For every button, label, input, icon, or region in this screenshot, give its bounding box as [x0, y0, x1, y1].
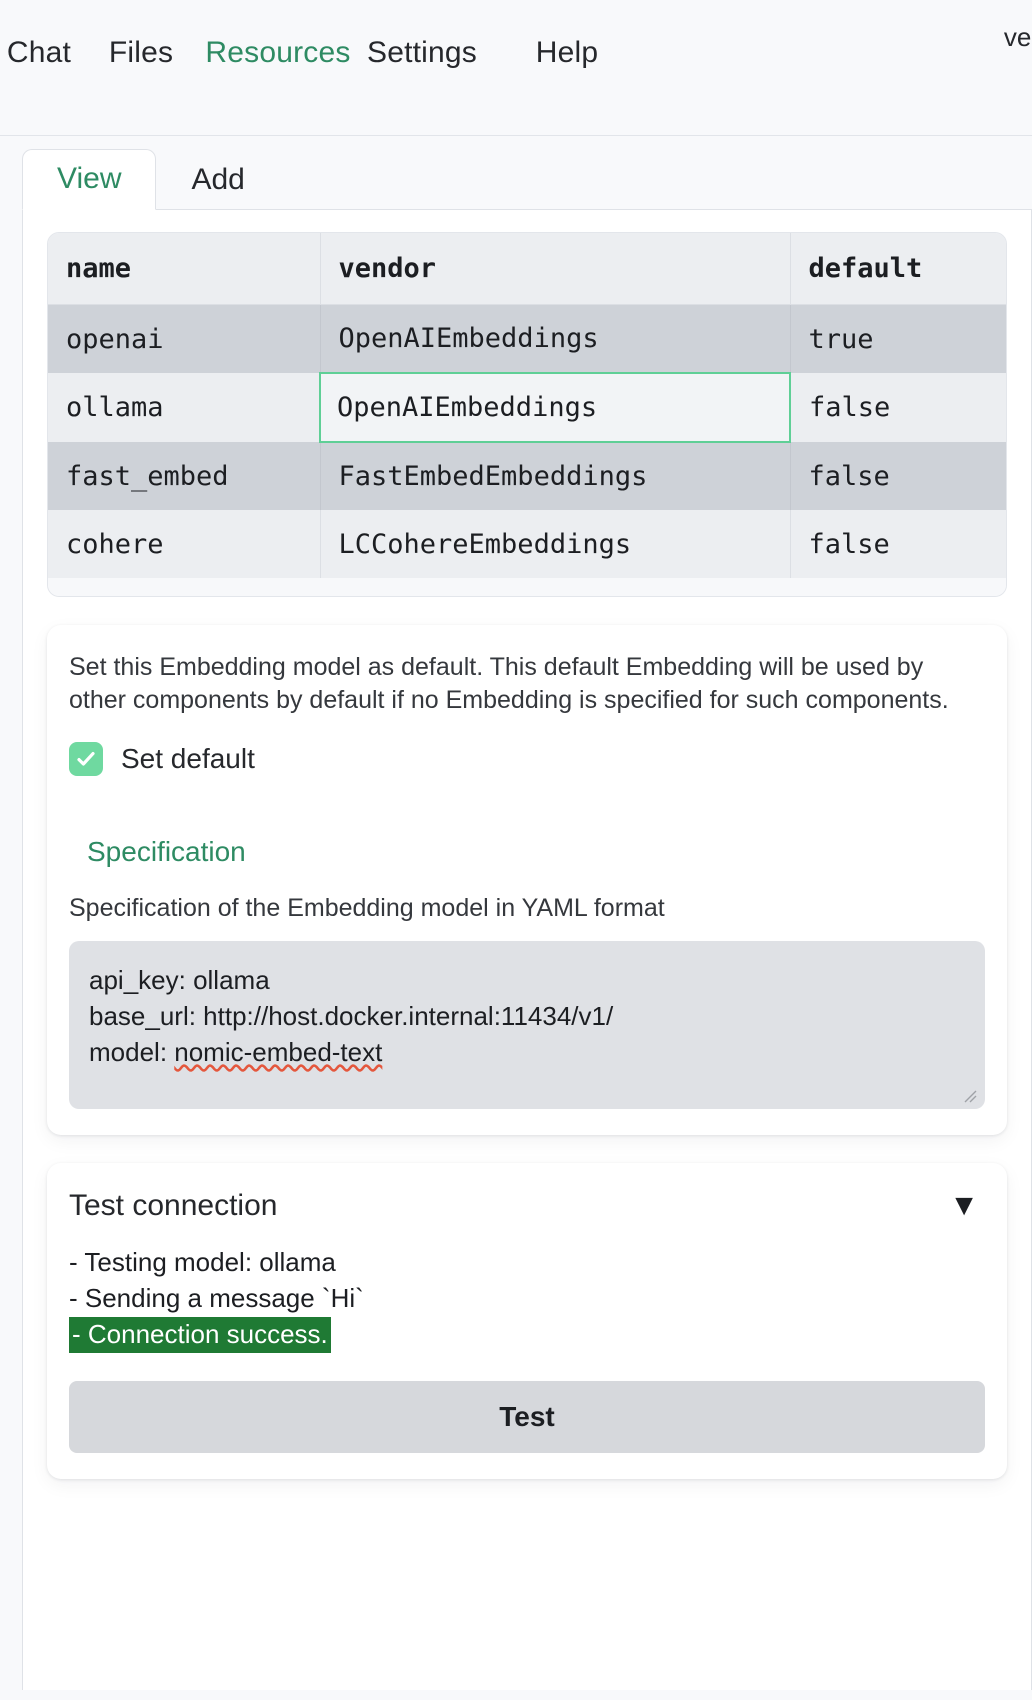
top-navigation-bar: Chat Files Resources Settings Help ver	[0, 0, 1032, 136]
resize-handle-icon[interactable]	[961, 1087, 977, 1103]
embedding-models-table-card: name vendor default openai OpenAIEmbeddi…	[47, 232, 1007, 597]
log-line-success: - Connection success.	[69, 1316, 331, 1353]
test-connection-header[interactable]: Test connection ▼	[69, 1189, 985, 1223]
checkmark-icon[interactable]	[69, 742, 103, 776]
nav-slot-help: Help	[492, 36, 642, 70]
chevron-down-icon[interactable]: ▼	[943, 1189, 985, 1223]
cell-vendor[interactable]: LCCohereEmbeddings	[320, 510, 791, 578]
default-and-specification-card: Set this Embedding model as default. Thi…	[47, 625, 1007, 1135]
tab-add[interactable]: Add	[156, 150, 279, 210]
table-row[interactable]: fast_embed FastEmbedEmbeddings false	[48, 442, 1006, 510]
tab-view[interactable]: View	[22, 149, 157, 210]
cell-name[interactable]: openai	[48, 304, 321, 373]
table-header-row: name vendor default	[48, 233, 1006, 305]
table-row[interactable]: ollama OpenAIEmbeddings false	[48, 372, 1006, 443]
nav-item-help[interactable]: Help	[536, 36, 599, 70]
column-header-vendor[interactable]: vendor	[320, 233, 791, 305]
nav-item-chat[interactable]: Chat	[7, 36, 71, 70]
test-connection-title: Test connection	[69, 1189, 278, 1222]
table-row[interactable]: cohere LCCohereEmbeddings false	[48, 510, 1006, 578]
nav-slot-resources: Resources	[204, 36, 352, 70]
cell-vendor[interactable]: OpenAIEmbeddings	[320, 304, 791, 373]
table-card-footer	[48, 578, 1006, 596]
cell-name[interactable]: ollama	[48, 373, 321, 442]
tab-bar: View Add	[0, 148, 1032, 210]
test-button[interactable]: Test	[69, 1380, 985, 1453]
set-default-checkbox-row[interactable]: Set default	[69, 742, 985, 776]
app-window: Chat Files Resources Settings Help ver V…	[0, 0, 1032, 1700]
nav-slot-files: Files	[78, 36, 204, 70]
log-line: - Sending a message `Hi`	[69, 1282, 364, 1313]
yaml-line-base-url: base_url: http://host.docker.internal:11…	[89, 1000, 614, 1031]
column-header-name[interactable]: name	[48, 233, 321, 305]
test-connection-card: Test connection ▼ - Testing model: ollam…	[47, 1163, 1007, 1479]
nav-item-resources[interactable]: Resources	[205, 36, 350, 70]
cell-default[interactable]: false	[790, 442, 1006, 510]
yaml-model-value: nomic-embed-text	[174, 1036, 383, 1067]
yaml-line-model: model: nomic-embed-text	[89, 1035, 965, 1071]
test-connection-log: - Testing model: ollama - Sending a mess…	[69, 1245, 985, 1353]
yaml-model-key: model:	[89, 1036, 175, 1067]
nav-item-settings[interactable]: Settings	[367, 36, 477, 70]
nav-slot-settings: Settings	[352, 36, 492, 70]
specification-heading: Specification	[87, 836, 246, 867]
table-row[interactable]: openai OpenAIEmbeddings true	[48, 304, 1006, 373]
specification-help-text: Specification of the Embedding model in …	[69, 894, 665, 922]
cell-default[interactable]: false	[790, 510, 1006, 578]
column-header-default[interactable]: default	[790, 233, 1006, 305]
cell-default[interactable]: false	[790, 373, 1006, 442]
nav-slot-chat: Chat	[0, 36, 78, 70]
set-default-label[interactable]: Set default	[121, 743, 255, 775]
cell-name[interactable]: fast_embed	[48, 442, 321, 510]
cell-default[interactable]: true	[790, 304, 1006, 373]
version-label: ver	[1003, 22, 1032, 52]
cell-vendor-selected[interactable]: OpenAIEmbeddings	[319, 372, 791, 443]
resources-panel: name vendor default openai OpenAIEmbeddi…	[22, 210, 1032, 1690]
log-line: - Testing model: ollama	[69, 1247, 336, 1277]
embedding-models-table[interactable]: name vendor default openai OpenAIEmbeddi…	[48, 233, 1006, 578]
nav-item-list: Chat Files Resources Settings Help	[0, 36, 642, 70]
specification-yaml-textarea[interactable]: api_key: ollama base_url: http://host.do…	[69, 941, 985, 1109]
set-default-description: Set this Embedding model as default. Thi…	[69, 653, 949, 714]
yaml-line-api-key: api_key: ollama	[89, 965, 270, 995]
nav-item-files[interactable]: Files	[109, 36, 173, 70]
cell-vendor[interactable]: FastEmbedEmbeddings	[320, 442, 791, 510]
cell-name[interactable]: cohere	[48, 510, 321, 578]
